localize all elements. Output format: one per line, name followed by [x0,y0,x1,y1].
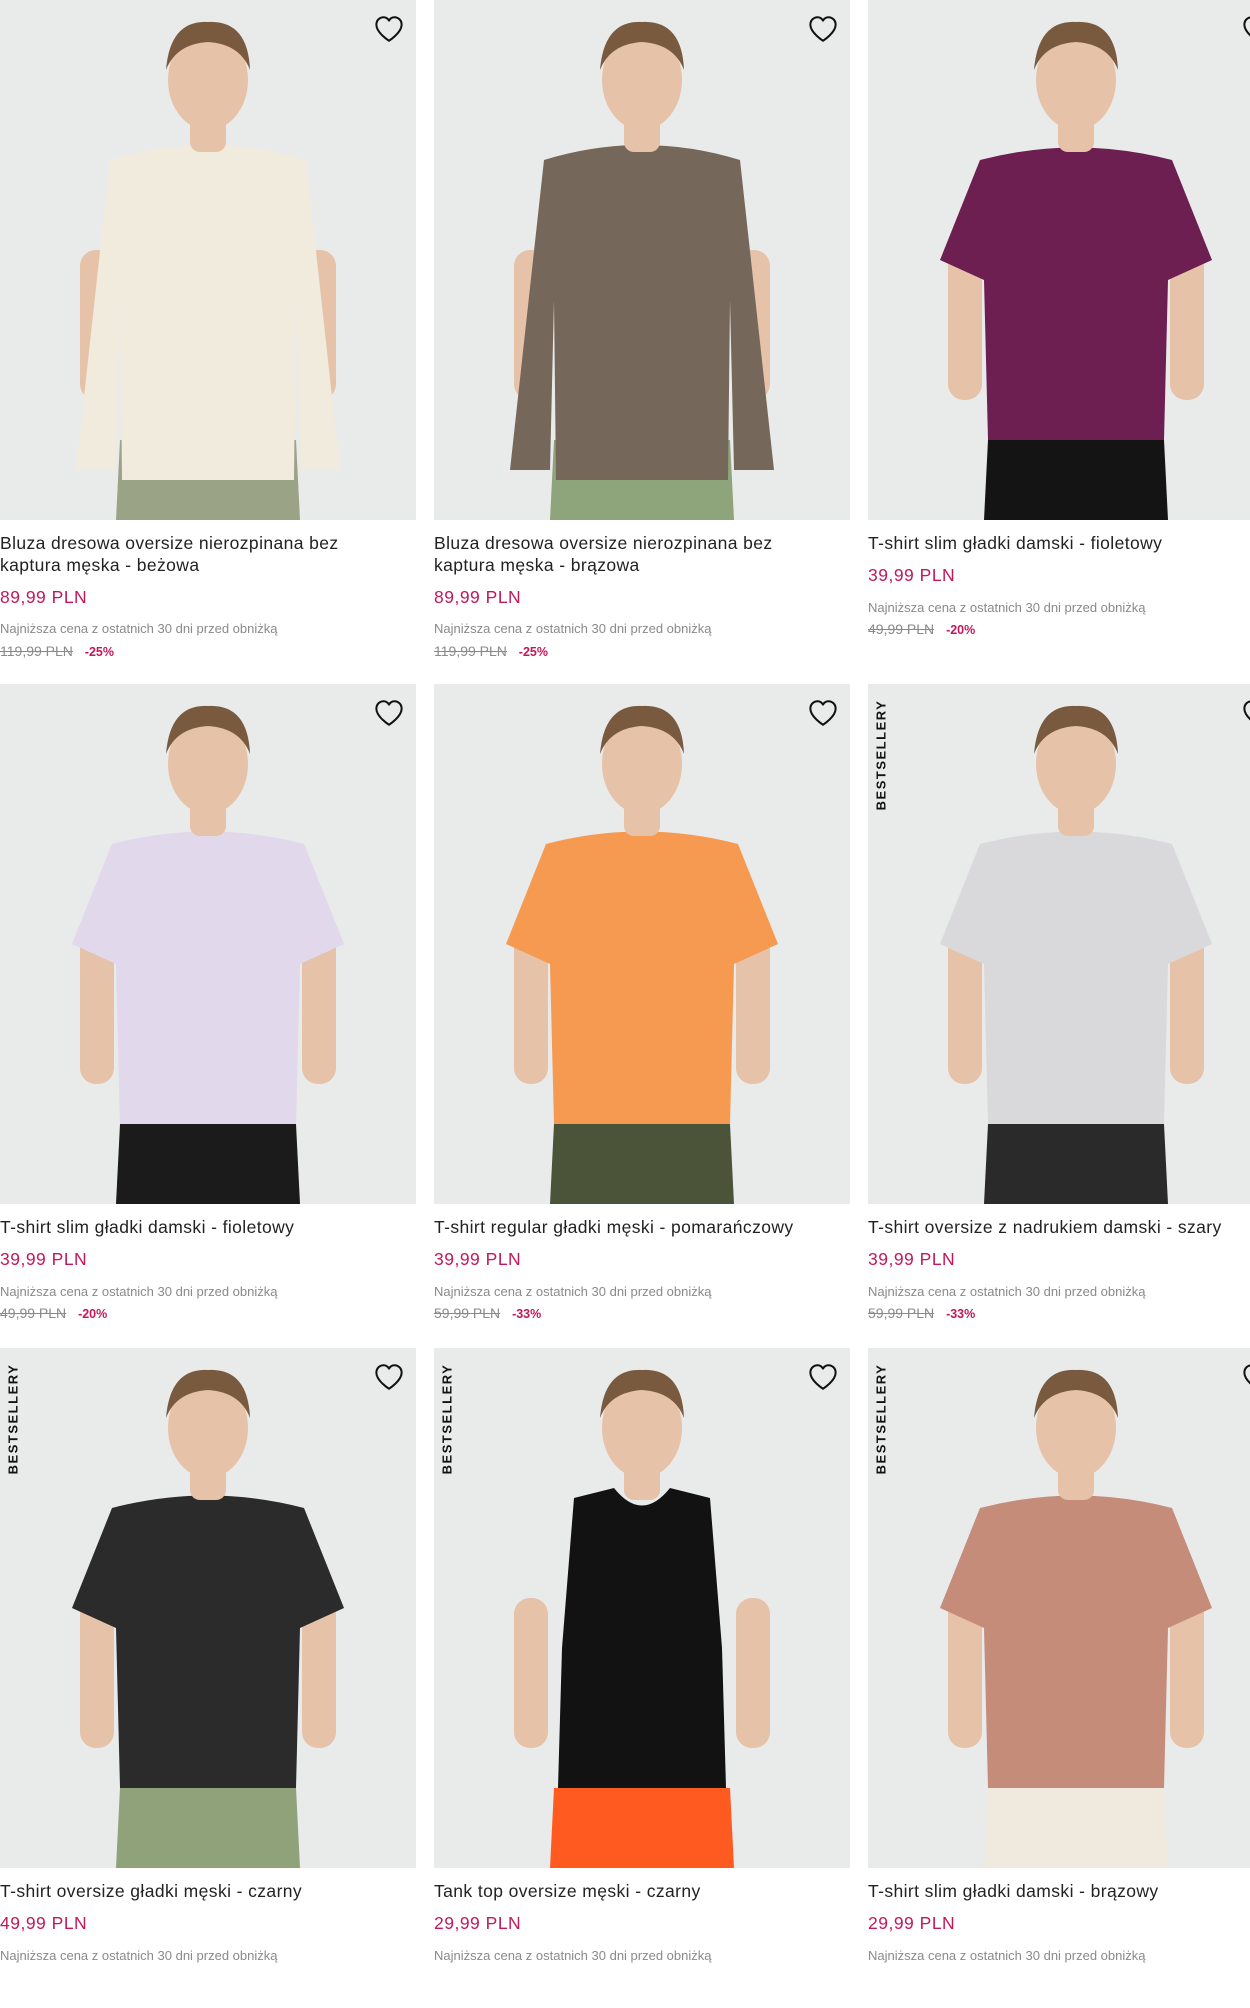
lowest-price-note: Najniższa cena z ostatnich 30 dni przed … [434,1948,712,1963]
old-price-line: 59,99 PLN -33% [434,1305,541,1321]
product-title[interactable]: T-shirt oversize gładki męski - czarny [0,1880,400,1902]
lowest-price-note: Najniższa cena z ostatnich 30 dni przed … [0,1284,278,1299]
heart-icon[interactable] [1238,1358,1250,1396]
lowest-price-note: Najniższa cena z ostatnich 30 dni przed … [434,621,712,636]
product-title[interactable]: Tank top oversize męski - czarny [434,1880,834,1902]
product-image[interactable] [0,684,416,1204]
product-photo [940,1369,1212,1868]
product-price: 39,99 PLN [0,1249,88,1269]
heart-icon[interactable] [370,1358,408,1396]
product-title[interactable]: T-shirt slim gładki damski - brązowy [868,1880,1250,1902]
heart-icon-graphic [809,700,837,726]
product-card[interactable]: BESTSELLERY Tank top oversize męski - cz… [434,1348,850,2008]
old-price: 59,99 PLN [868,1305,935,1321]
heart-icon-graphic [375,16,403,42]
product-card[interactable]: BESTSELLERY T-shirt oversize gładki męsk… [0,1348,416,2008]
product-image[interactable] [434,684,850,1204]
product-title[interactable]: Bluza dresowa oversize nierozpinana bez … [434,532,834,576]
heart-icon-graphic [375,700,403,726]
product-title[interactable]: Bluza dresowa oversize nierozpinana bez … [0,532,400,576]
heart-icon-graphic [809,1364,837,1390]
old-price: 119,99 PLN [434,643,507,659]
old-price: 119,99 PLN [0,643,73,659]
product-price: 39,99 PLN [434,1249,522,1269]
product-photo [76,21,340,520]
product-title[interactable]: T-shirt oversize z nadrukiem damski - sz… [868,1216,1250,1238]
discount-badge: -20% [946,623,976,637]
old-price: 49,99 PLN [868,621,935,637]
product-photo [510,21,774,520]
old-price-line: 119,99 PLN -25% [434,643,548,659]
lowest-price-note: Najniższa cena z ostatnich 30 dni przed … [0,1948,278,1963]
product-title[interactable]: T-shirt regular gładki męski - pomarańcz… [434,1216,834,1238]
product-card[interactable]: T-shirt regular gładki męski - pomarańcz… [434,684,850,1344]
heart-icon-graphic [1243,700,1250,721]
bestseller-badge: BESTSELLERY [870,690,892,820]
heart-icon[interactable] [370,10,408,48]
product-grid: Bluza dresowa oversize nierozpinana bez … [0,0,1250,1971]
product-title[interactable]: T-shirt slim gładki damski - fioletowy [0,1216,400,1238]
product-card[interactable]: T-shirt slim gładki damski - fioletowy 3… [868,0,1250,660]
product-photo [940,705,1212,1204]
heart-icon[interactable] [1238,694,1250,732]
product-price: 29,99 PLN [868,1913,956,1933]
heart-icon[interactable] [804,10,842,48]
heart-icon[interactable] [804,1358,842,1396]
lowest-price-note: Najniższa cena z ostatnich 30 dni przed … [434,1284,712,1299]
product-card[interactable]: BESTSELLERY T-shirt oversize z nadrukiem… [868,684,1250,1344]
product-image[interactable] [434,1348,850,1868]
product-card[interactable]: BESTSELLERY T-shirt slim gładki damski -… [868,1348,1250,2008]
old-price: 59,99 PLN [434,1305,501,1321]
lowest-price-note: Najniższa cena z ostatnich 30 dni przed … [868,1948,1146,1963]
product-price: 39,99 PLN [868,1249,956,1269]
product-image[interactable] [0,1348,416,1868]
product-image[interactable] [0,0,416,520]
discount-badge: -25% [518,645,548,659]
old-price: 49,99 PLN [0,1305,67,1321]
heart-icon[interactable] [804,694,842,732]
discount-badge: -20% [78,1307,108,1321]
lowest-price-note: Najniższa cena z ostatnich 30 dni przed … [0,621,278,636]
product-image[interactable] [868,1348,1250,1868]
heart-icon-graphic [375,1364,403,1390]
bestseller-label: BESTSELLERY [873,699,889,811]
product-photo [514,1369,770,1868]
product-image[interactable] [868,0,1250,520]
bestseller-label: BESTSELLERY [5,1363,21,1475]
product-title[interactable]: T-shirt slim gładki damski - fioletowy [868,532,1250,554]
discount-badge: -33% [512,1307,542,1321]
old-price-line: 59,99 PLN -33% [868,1305,975,1321]
product-price: 89,99 PLN [0,587,88,607]
lowest-price-note: Najniższa cena z ostatnich 30 dni przed … [868,600,1146,615]
product-photo [940,21,1212,520]
product-price: 39,99 PLN [868,565,956,585]
product-image[interactable] [868,684,1250,1204]
product-price: 49,99 PLN [0,1913,88,1933]
product-photo [72,705,344,1204]
product-photo [506,705,778,1204]
bestseller-badge: BESTSELLERY [870,1354,892,1484]
bestseller-label: BESTSELLERY [873,1363,889,1475]
heart-icon[interactable] [370,694,408,732]
old-price-line: 119,99 PLN -25% [0,643,114,659]
discount-badge: -33% [946,1307,976,1321]
heart-icon-graphic [1243,16,1250,37]
heart-icon[interactable] [1238,10,1250,48]
product-price: 89,99 PLN [434,587,522,607]
product-photo [72,1369,344,1868]
bestseller-badge: BESTSELLERY [2,1354,24,1484]
product-price: 29,99 PLN [434,1913,522,1933]
product-image[interactable] [434,0,850,520]
bestseller-badge: BESTSELLERY [436,1354,458,1484]
bestseller-label: BESTSELLERY [439,1363,455,1475]
product-card[interactable]: Bluza dresowa oversize nierozpinana bez … [434,0,850,660]
product-card[interactable]: Bluza dresowa oversize nierozpinana bez … [0,0,416,660]
heart-icon-graphic [1243,1364,1250,1385]
lowest-price-note: Najniższa cena z ostatnich 30 dni przed … [868,1284,1146,1299]
old-price-line: 49,99 PLN -20% [0,1305,107,1321]
old-price-line: 49,99 PLN -20% [868,621,975,637]
discount-badge: -25% [84,645,114,659]
heart-icon-graphic [809,16,837,42]
product-card[interactable]: T-shirt slim gładki damski - fioletowy 3… [0,684,416,1344]
